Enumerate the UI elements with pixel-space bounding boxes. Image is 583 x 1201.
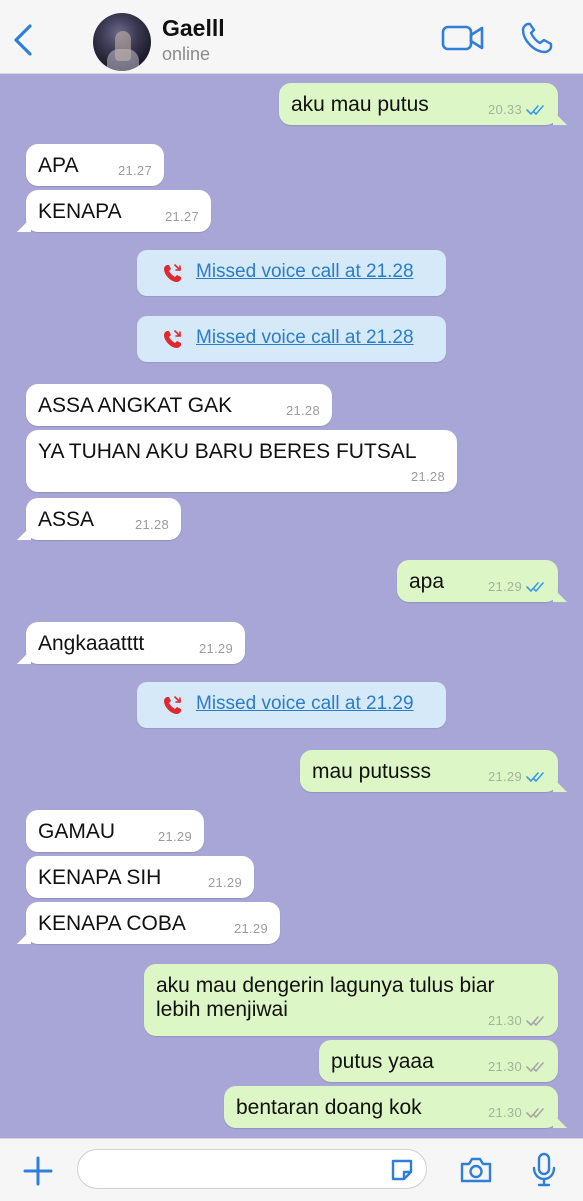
missed-call-link[interactable]: Missed voice call at 21.28 (196, 327, 414, 349)
read-ticks-icon (526, 105, 544, 115)
back-button[interactable] (10, 22, 38, 58)
contact-status: online (162, 44, 211, 64)
message-text: aku mau putus (291, 93, 429, 116)
video-call-button[interactable] (440, 22, 486, 54)
message-bubble-outgoing[interactable]: aku mau putus 20.33 (279, 83, 567, 125)
message-text: ASSA ANGKAT GAK (38, 394, 233, 417)
message-time: 21.28 (134, 517, 169, 532)
message-time: 21.30 (487, 1013, 522, 1028)
message-text: GAMAU (38, 820, 116, 843)
sticker-icon (391, 1159, 413, 1181)
read-ticks-icon (526, 772, 544, 782)
message-bubble-incoming[interactable]: Angkaaatttt 21.29 (17, 622, 245, 664)
message-bubble-incoming[interactable]: KENAPA COBA 21.29 (17, 902, 280, 944)
message-bubble-incoming[interactable]: ASSA ANGKAT GAK 21.28 (26, 384, 332, 426)
composer-bar (0, 1138, 583, 1201)
message-bubble-incoming[interactable]: KENAPA SIH 21.29 (26, 856, 254, 898)
message-text: apa (409, 570, 445, 593)
missed-call-notice[interactable]: Missed voice call at 21.29 (137, 682, 446, 728)
message-text: ASSA (38, 508, 95, 531)
avatar[interactable] (93, 13, 151, 71)
message-text: KENAPA (38, 200, 122, 223)
missed-call-icon (164, 330, 181, 348)
message-bubble-incoming[interactable]: YA TUHAN AKU BARU BERES FUTSAL 21.28 (26, 430, 457, 492)
message-bubble-outgoing[interactable]: apa 21.29 (397, 560, 567, 602)
video-camera-icon (441, 25, 484, 51)
message-time: 21.30 (487, 1105, 522, 1120)
message-bubble-outgoing[interactable]: aku mau dengerin lagunya tulus biar lebi… (144, 964, 558, 1036)
message-text: KENAPA COBA (38, 912, 186, 935)
message-time: 21.29 (487, 579, 522, 594)
missed-call-notice[interactable]: Missed voice call at 21.28 (137, 316, 446, 362)
camera-button[interactable] (459, 1156, 493, 1184)
chat-header: Gaelll online (0, 0, 583, 74)
message-text: putus yaaa (331, 1050, 434, 1073)
message-time: 21.27 (117, 163, 152, 178)
message-bubble-outgoing[interactable]: mau putusss 21.29 (300, 750, 567, 792)
message-time: 21.29 (198, 641, 233, 656)
message-text: bentaran doang kok (236, 1096, 422, 1119)
message-time: 21.29 (157, 829, 192, 844)
chevron-left-icon (14, 24, 32, 56)
message-bubble-outgoing[interactable]: putus yaaa 21.30 (319, 1040, 558, 1082)
missed-call-icon (164, 696, 181, 714)
sticker-button[interactable] (389, 1157, 415, 1183)
message-text: Angkaaatttt (38, 632, 145, 655)
microphone-icon (532, 1152, 556, 1187)
delivered-ticks-icon (526, 1108, 544, 1118)
message-bubble-outgoing[interactable]: bentaran doang kok 21.30 (224, 1086, 567, 1128)
missed-call-icon (164, 264, 181, 282)
message-time: 21.28 (410, 469, 445, 484)
message-time: 21.28 (285, 403, 320, 418)
message-text: APA (38, 154, 79, 177)
message-text-line: aku mau dengerin lagunya tulus biar (156, 974, 495, 997)
read-ticks-icon (526, 582, 544, 592)
message-text: YA TUHAN AKU BARU BERES FUTSAL (38, 440, 417, 463)
missed-call-link[interactable]: Missed voice call at 21.28 (196, 261, 414, 283)
voice-call-button[interactable] (520, 20, 554, 56)
message-input[interactable] (77, 1149, 427, 1189)
attach-button[interactable] (22, 1155, 54, 1187)
message-time: 21.29 (207, 875, 242, 890)
delivered-ticks-icon (526, 1062, 544, 1072)
camera-icon (460, 1157, 492, 1183)
chat-area[interactable]: aku mau putus 20.33 APA 21.27 KENAPA 21.… (0, 74, 583, 1138)
message-bubble-incoming[interactable]: ASSA 21.28 (17, 498, 181, 540)
message-bubble-incoming[interactable]: GAMAU 21.29 (26, 810, 204, 852)
message-time: 21.29 (487, 769, 522, 784)
delivered-ticks-icon (526, 1016, 544, 1026)
phone-icon (521, 22, 553, 54)
message-text: mau putusss (312, 760, 432, 783)
missed-call-link[interactable]: Missed voice call at 21.29 (196, 693, 414, 715)
microphone-button[interactable] (532, 1152, 556, 1188)
message-bubble-incoming[interactable]: APA 21.27 (26, 144, 164, 186)
contact-name[interactable]: Gaelll (162, 15, 225, 42)
message-time: 20.33 (487, 102, 522, 117)
message-time: 21.29 (233, 921, 268, 936)
message-time: 21.27 (164, 209, 199, 224)
message-time: 21.30 (487, 1059, 522, 1074)
message-bubble-incoming[interactable]: KENAPA 21.27 (17, 190, 211, 232)
plus-icon (23, 1156, 53, 1186)
message-text: KENAPA SIH (38, 866, 162, 889)
missed-call-notice[interactable]: Missed voice call at 21.28 (137, 250, 446, 296)
